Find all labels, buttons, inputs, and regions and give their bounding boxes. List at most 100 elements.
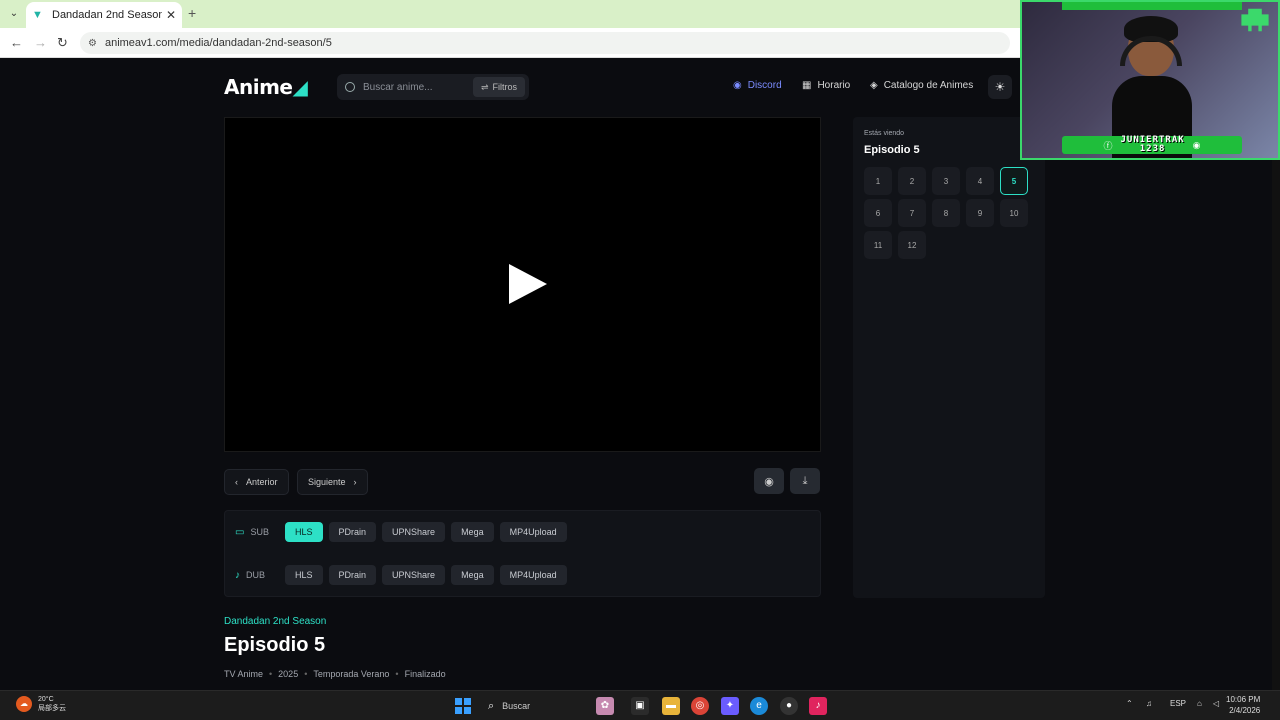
logo-mark-icon: ◢ — [292, 75, 308, 99]
sub-server-row: ▭ SUB HLS PDrain UPNShare Mega MP4Upload — [235, 521, 567, 543]
microphone-tray-icon[interactable]: ♫ — [1146, 699, 1152, 708]
dub-server-hls[interactable]: HLS — [285, 565, 323, 585]
nav-schedule[interactable]: ▦ Horario — [802, 80, 850, 91]
volume-icon[interactable]: ◁ — [1213, 699, 1219, 708]
clock-date: 2/4/2026 — [1229, 706, 1261, 715]
next-episode-button[interactable]: Siguiente › — [297, 469, 368, 495]
forward-arrow-icon[interactable]: → — [34, 35, 47, 50]
reload-icon[interactable]: ↻ — [57, 35, 68, 51]
chevron-left-icon: ‹ — [235, 477, 238, 487]
download-icon[interactable]: ⤓ — [790, 468, 820, 494]
episode-button-3[interactable]: 3 — [932, 167, 960, 195]
system-clock[interactable]: 10:06 PM 2/4/2026 — [1226, 694, 1260, 716]
chrome-icon[interactable]: ◎ — [691, 697, 709, 715]
filters-label: Filtros — [492, 82, 518, 92]
dub-server-mp4upload[interactable]: MP4Upload — [499, 565, 567, 585]
sub-server-mp4upload[interactable]: MP4Upload — [499, 522, 567, 542]
obs-icon[interactable]: ● — [780, 697, 798, 715]
address-bar[interactable]: ⚙ animeav1.com/media/dandadan-2nd-season… — [80, 32, 1010, 54]
widget-app-icon[interactable]: ✿ — [596, 697, 614, 715]
previous-episode-button[interactable]: ‹ Anterior — [224, 469, 289, 495]
subtitles-icon: ▭ — [235, 526, 245, 538]
episode-button-11[interactable]: 11 — [864, 231, 892, 259]
site-favicon-icon: ▼ — [32, 9, 43, 21]
edge-icon[interactable]: e — [750, 697, 768, 715]
webcam-top-bar — [1062, 2, 1242, 10]
sub-server-upnshare[interactable]: UPNShare — [382, 522, 446, 542]
back-arrow-icon[interactable]: ← — [10, 35, 23, 50]
streamer-handle: JUNIERTRAK 1238 — [1120, 136, 1184, 154]
taskbar-search-label: Buscar — [502, 701, 531, 711]
discord-icon: ◉ — [733, 80, 742, 91]
previous-label: Anterior — [246, 477, 278, 487]
episode-button-12[interactable]: 12 — [898, 231, 926, 259]
episode-button-10[interactable]: 10 — [1000, 199, 1028, 227]
theme-toggle-sun-icon[interactable]: ☀ — [988, 75, 1012, 99]
search-input[interactable] — [363, 81, 467, 93]
dub-server-row: ♪ DUB HLS PDrain UPNShare Mega MP4Upload — [235, 564, 567, 586]
site-logo[interactable]: Anime◢ — [224, 75, 308, 99]
meta-separator: • — [395, 669, 399, 679]
webcam-overlay: ⓕ JUNIERTRAK 1238 ◉ — [1020, 0, 1280, 160]
sub-server-pdrain[interactable]: PDrain — [328, 522, 377, 542]
episode-button-5[interactable]: 5 — [1000, 167, 1028, 195]
tiktok-icon[interactable]: ♪ — [809, 697, 827, 715]
microphone-icon: ♪ — [235, 569, 240, 581]
new-tab-plus-icon[interactable]: + — [188, 5, 196, 21]
dub-server-upnshare[interactable]: UPNShare — [382, 565, 446, 585]
dub-server-mega[interactable]: Mega — [451, 565, 494, 585]
search-icon — [345, 82, 355, 92]
browser-tab[interactable]: ▼ Dandadan 2nd Season Episodio 5 ✕ — [26, 2, 182, 28]
episode-button-2[interactable]: 2 — [898, 167, 926, 195]
meta-separator: • — [304, 669, 308, 679]
search-box: ⇌ Filtros — [337, 74, 529, 100]
play-icon[interactable] — [509, 264, 547, 304]
episode-button-1[interactable]: 1 — [864, 167, 892, 195]
language-indicator[interactable]: ESP — [1170, 699, 1186, 708]
episode-button-9[interactable]: 9 — [966, 199, 994, 227]
next-label: Siguiente — [308, 477, 346, 487]
dub-label: ♪ DUB — [235, 570, 279, 581]
task-view-icon[interactable]: ▣ — [631, 697, 649, 715]
weather-text: 20°C 局部多云 — [38, 695, 66, 713]
close-tab-icon[interactable]: ✕ — [166, 8, 176, 22]
tab-title: Dandadan 2nd Season Episodio 5 — [52, 9, 162, 21]
chevron-right-icon: › — [353, 477, 357, 487]
facebook-icon: ⓕ — [1103, 140, 1113, 151]
weather-temp: 20°C — [38, 696, 54, 703]
episode-button-8[interactable]: 8 — [932, 199, 960, 227]
windows-start-icon[interactable] — [455, 698, 471, 714]
sub-label-text: SUB — [250, 527, 269, 537]
layers-icon: ◈ — [870, 80, 878, 91]
filters-button[interactable]: ⇌ Filtros — [472, 77, 525, 97]
dub-server-pdrain[interactable]: PDrain — [328, 565, 377, 585]
file-explorer-icon[interactable]: ▬ — [662, 697, 680, 715]
sub-server-mega[interactable]: Mega — [451, 522, 494, 542]
tab-list-chevron-icon[interactable]: ⌄ — [6, 6, 22, 22]
series-title-link[interactable]: Dandadan 2nd Season — [224, 616, 326, 627]
episode-button-6[interactable]: 6 — [864, 199, 892, 227]
tray-chevron-up-icon[interactable]: ⌃ — [1126, 699, 1133, 708]
weather-icon: ☁ — [16, 696, 32, 712]
nav-discord[interactable]: ◉ Discord — [733, 80, 782, 91]
url-text: animeav1.com/media/dandadan-2nd-season/5 — [104, 37, 332, 49]
meta-year: 2025 — [278, 669, 299, 679]
mark-watched-eye-icon[interactable]: ◉ — [754, 468, 784, 494]
sub-server-hls[interactable]: HLS — [285, 522, 323, 542]
logo-text: Anime — [224, 75, 293, 99]
site-info-icon[interactable]: ⚙ — [88, 38, 97, 49]
copilot-icon[interactable]: ✦ — [721, 697, 739, 715]
current-episode-title: Episodio 5 — [864, 144, 920, 156]
handle-line2: 1238 — [1139, 144, 1166, 154]
episode-title: Episodio 5 — [224, 634, 326, 656]
nav-catalog[interactable]: ◈ Catalogo de Animes — [870, 80, 973, 91]
network-icon[interactable]: ⌂ — [1197, 699, 1202, 708]
sub-label: ▭ SUB — [235, 527, 279, 538]
episode-button-7[interactable]: 7 — [898, 199, 926, 227]
episode-grid: 1 2 3 4 5 6 7 8 9 10 11 12 — [864, 167, 1028, 259]
episode-button-4[interactable]: 4 — [966, 167, 994, 195]
video-player[interactable] — [224, 117, 821, 452]
meta-status: Finalizado — [404, 669, 446, 679]
weather-widget[interactable]: ☁ 20°C 局部多云 — [16, 695, 66, 713]
space-invader-icon — [1241, 8, 1269, 32]
